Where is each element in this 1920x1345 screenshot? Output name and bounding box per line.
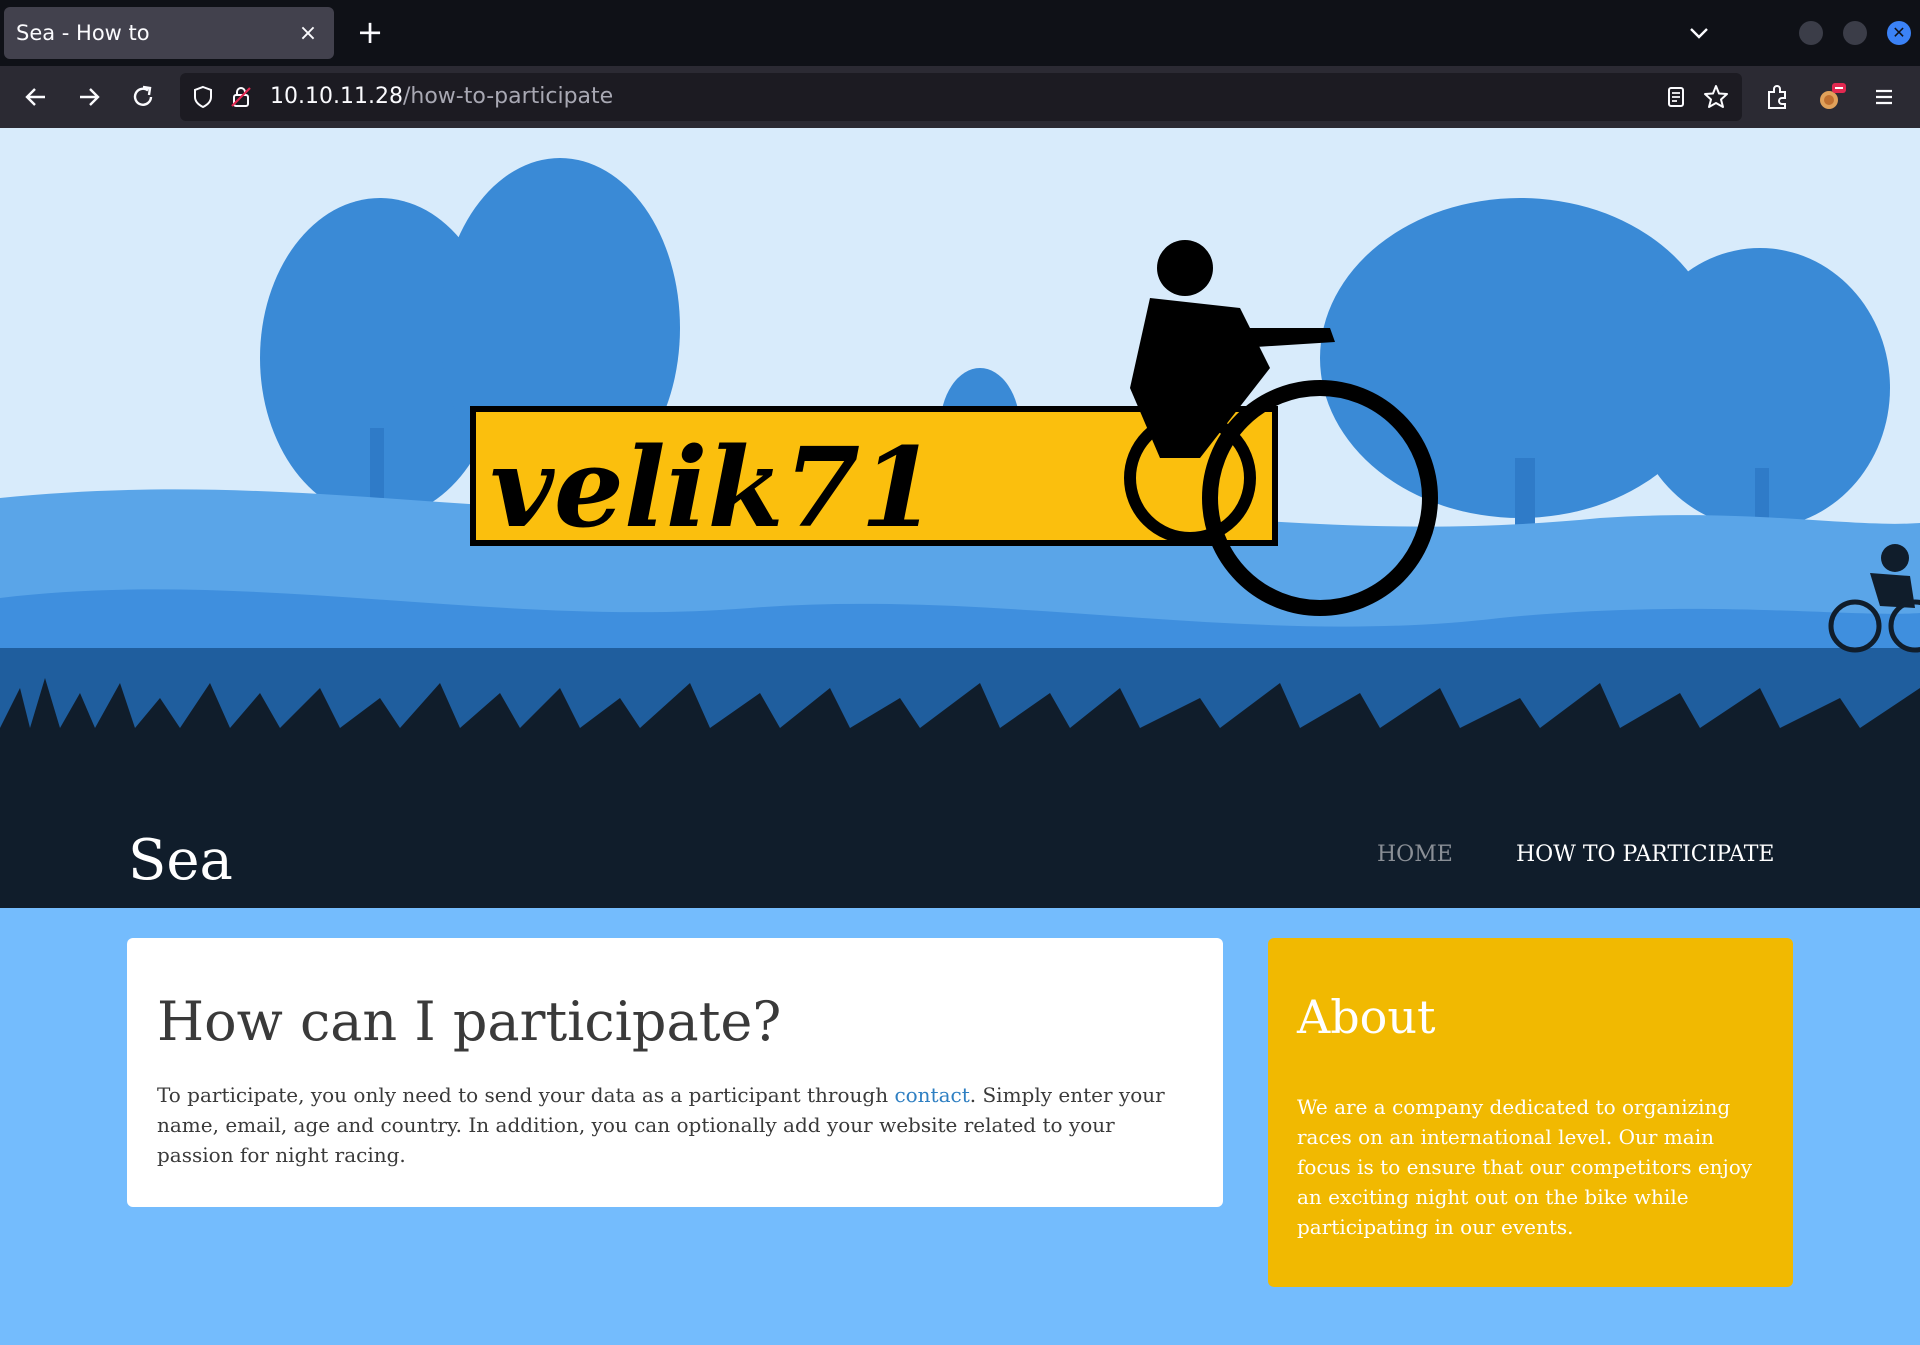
new-tab-button[interactable]: + [352, 14, 388, 50]
close-window-button[interactable]: ✕ [1887, 21, 1911, 45]
reload-icon[interactable] [126, 80, 160, 114]
url-host: 10.10.11.28 [270, 84, 403, 109]
contact-link[interactable]: contact [894, 1083, 969, 1107]
about-card: About We are a company dedicated to orga… [1268, 938, 1793, 1287]
hamburger-menu-icon[interactable] [1867, 80, 1901, 114]
participate-card: How can I participate? To participate, y… [127, 938, 1223, 1207]
extension-blocker-icon[interactable] [1814, 80, 1848, 114]
site-header: velik71 Sea HOME HOW TO PARTICIPATE [0, 128, 1920, 908]
participate-text-before: To participate, you only need to send yo… [157, 1083, 895, 1107]
browser-tabbar: Sea - How to × + ✕ [0, 0, 1920, 66]
site-title[interactable]: Sea [128, 826, 233, 896]
forward-arrow-icon[interactable] [72, 80, 106, 114]
minimize-window-button[interactable] [1799, 21, 1823, 45]
about-heading: About [1297, 990, 1436, 1044]
maximize-window-button[interactable] [1843, 21, 1867, 45]
url-bar[interactable]: 10.10.11.28/how-to-participate [180, 73, 1742, 121]
web-page: velik71 Sea HOME HOW TO PARTICIPATE How … [0, 128, 1920, 1345]
back-arrow-icon[interactable] [19, 80, 53, 114]
bookmark-star-icon[interactable] [1701, 82, 1731, 112]
url-text[interactable]: 10.10.11.28/how-to-participate [270, 84, 613, 109]
browser-tab[interactable]: Sea - How to × [4, 7, 334, 59]
tab-title: Sea - How to [16, 21, 150, 45]
list-tabs-chevron-icon[interactable] [1684, 18, 1714, 48]
url-path: /how-to-participate [402, 84, 614, 109]
close-tab-icon[interactable]: × [294, 21, 322, 46]
banner-logo-text: velik71 [490, 423, 937, 552]
participate-heading: How can I participate? [157, 990, 782, 1053]
header-banner-image: velik71 [0, 128, 1920, 908]
tracking-shield-icon[interactable] [188, 82, 218, 112]
nav-how-to-participate-link[interactable]: HOW TO PARTICIPATE [1516, 842, 1774, 867]
about-text: We are a company dedicated to organizing… [1297, 1095, 1753, 1239]
nav-home-link[interactable]: HOME [1377, 842, 1453, 867]
extensions-puzzle-icon[interactable] [1760, 80, 1794, 114]
reader-view-icon[interactable] [1661, 82, 1691, 112]
browser-navbar: 10.10.11.28/how-to-participate [0, 66, 1920, 128]
insecure-lock-icon[interactable] [226, 82, 256, 112]
participate-text: To participate, you only need to send yo… [157, 1080, 1177, 1170]
